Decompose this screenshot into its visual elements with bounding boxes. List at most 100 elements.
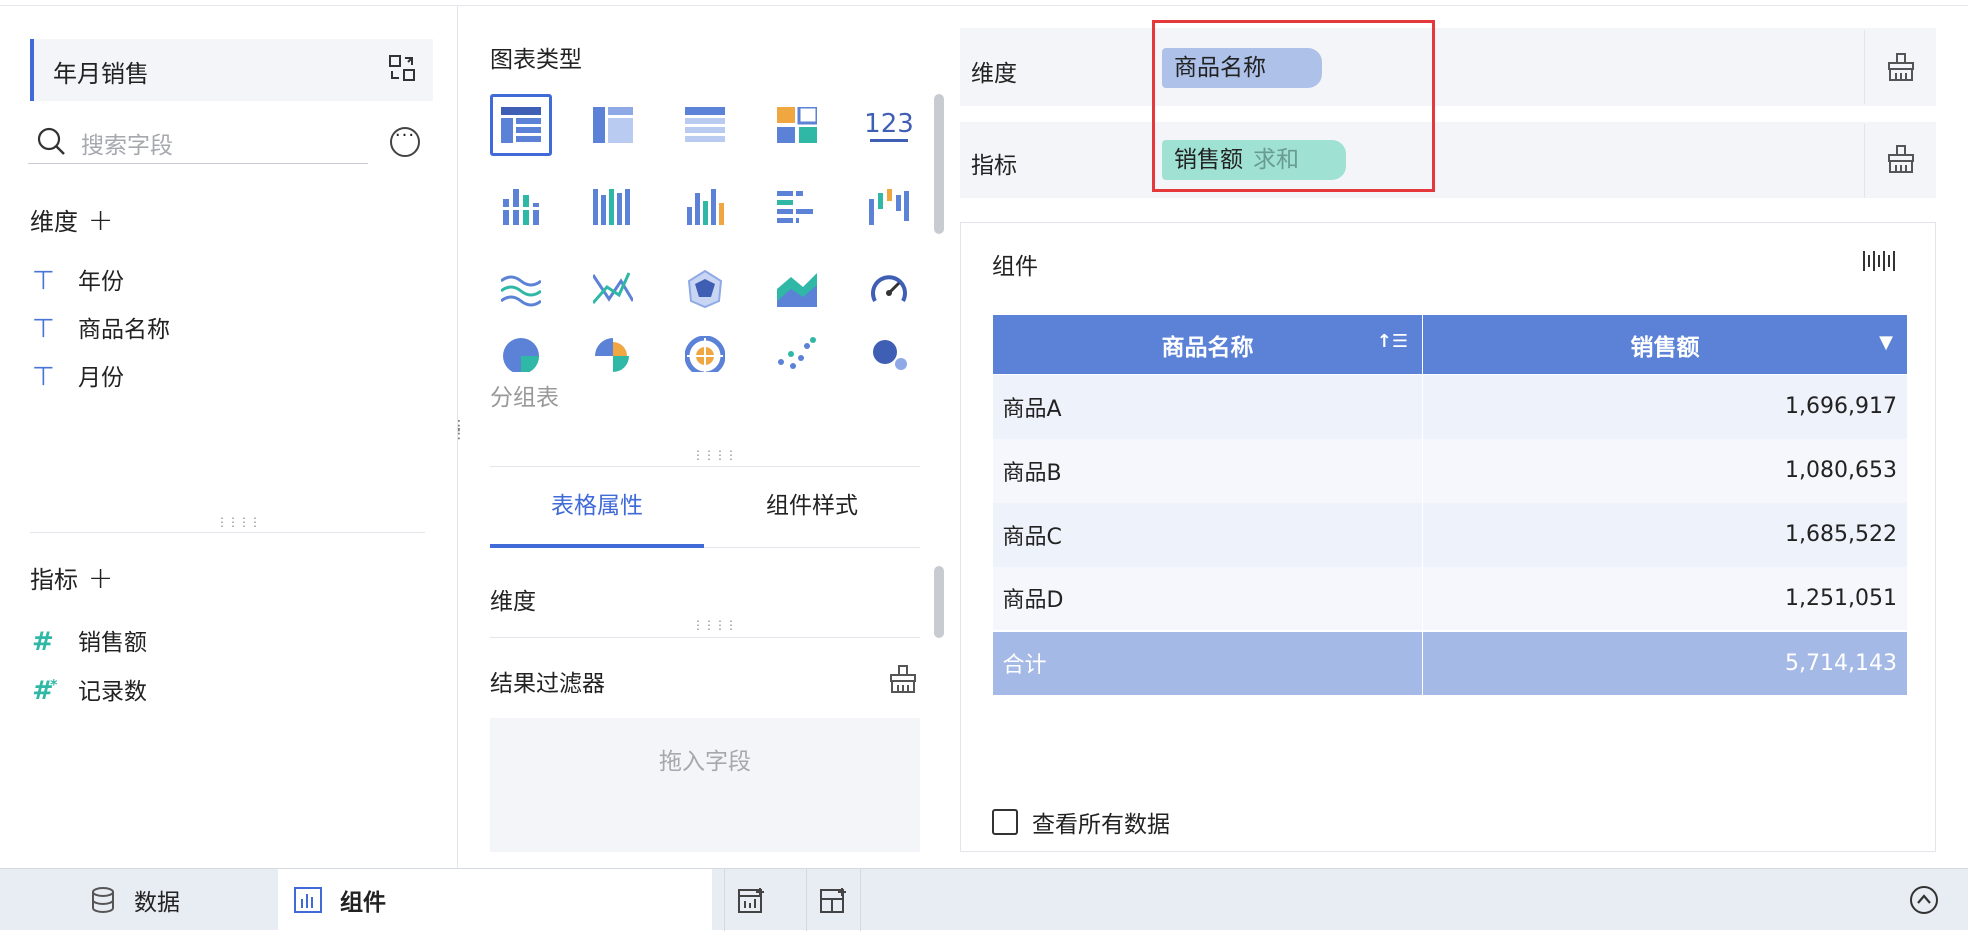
tab-data[interactable]: 数据 [90, 869, 280, 931]
resize-handle-mid[interactable]: ⋮⋮⋮⋮ [692, 448, 737, 462]
highlight-annotation-box [1152, 20, 1435, 192]
result-filter-label: 结果过滤器 [490, 671, 605, 697]
section-divider [30, 532, 425, 533]
add-dimension-button[interactable]: + [88, 203, 113, 238]
field-search[interactable]: 搜索字段 [28, 118, 368, 164]
rose-chart-icon[interactable] [582, 336, 644, 372]
horizontal-bar-chart-icon[interactable] [766, 176, 828, 238]
radar-chart-icon[interactable] [674, 258, 736, 320]
property-tabs: 表格属性 组件样式 [490, 466, 920, 548]
table-row: 商品D 1,251,051 [992, 566, 1908, 631]
tab-component-style[interactable]: 组件样式 [704, 466, 920, 548]
search-input[interactable]: 搜索字段 [81, 126, 173, 160]
dimension-title-text: 维度 [30, 208, 78, 236]
column-chart-icon[interactable] [674, 176, 736, 238]
tab-table-properties[interactable]: 表格属性 [490, 466, 704, 548]
property-scrollbar[interactable] [934, 566, 944, 638]
column-header-label: 商品名称 [1161, 334, 1254, 361]
cell-product: 商品D [992, 566, 1423, 631]
bar-chart-icon [294, 887, 322, 913]
property-dimension-label: 维度 [490, 589, 536, 615]
add-dashboard-button[interactable] [806, 869, 860, 931]
number-type-icon: # [32, 627, 54, 657]
dimension-shelf: 维度 商品名称 [960, 28, 1936, 106]
view-all-data-checkbox[interactable] [992, 809, 1018, 835]
datasource-name: 年月销售 [53, 60, 149, 88]
measure-shelf: 指标 销售额 求和 [960, 122, 1936, 198]
area-chart-icon[interactable] [766, 258, 828, 320]
grouped-bar-chart-icon[interactable] [490, 176, 552, 238]
dimension-field-year[interactable]: ⊤ 年份 [32, 262, 124, 296]
cell-sales: 1,251,051 [1422, 566, 1908, 631]
switch-datasource-icon[interactable] [387, 53, 417, 83]
table-header-row: 商品名称 ↑☰ 销售额 ▼ [992, 314, 1908, 375]
resize-handle-prop[interactable]: ⋮⋮⋮⋮ [692, 618, 737, 632]
clear-dimension-icon[interactable] [1886, 52, 1916, 82]
waterfall-chart-icon[interactable] [858, 176, 920, 238]
resize-handle[interactable]: ⋮⋮⋮⋮ [216, 515, 261, 529]
kpi-text: 123 [864, 108, 914, 139]
grouped-table-chart-icon[interactable] [490, 94, 552, 156]
field-label: 商品名称 [78, 317, 170, 343]
add-component-button[interactable] [724, 869, 778, 931]
collapse-up-icon[interactable] [1909, 885, 1939, 915]
cell-product: 商品B [992, 438, 1423, 503]
text-type-icon: ⊤ [32, 314, 55, 344]
kpi-chart-icon[interactable]: 123 [858, 94, 920, 156]
component-title: 组件 [992, 254, 1038, 280]
dimension-field-month[interactable]: ⊤ 月份 [32, 358, 124, 392]
dimension-field-product[interactable]: ⊤ 商品名称 [32, 310, 170, 344]
line-chart-icon[interactable] [490, 258, 552, 320]
column-header-product[interactable]: 商品名称 ↑☰ [992, 314, 1423, 375]
dropzone-hint: 拖入字段 [659, 749, 751, 775]
more-options-icon[interactable]: ··· [390, 127, 420, 157]
chart-type-scrollbar[interactable] [934, 94, 944, 234]
scatter-chart-icon[interactable] [766, 336, 828, 372]
measure-title-text: 指标 [30, 566, 78, 594]
add-dashboard-icon [819, 888, 846, 913]
count-type-icon: #* [32, 676, 58, 706]
cell-total-label: 合计 [992, 629, 1423, 695]
chart-type-grid: 123 [488, 94, 928, 374]
filter-dropzone[interactable]: 拖入字段 [490, 718, 920, 852]
shelf-separator [1864, 30, 1865, 104]
polyline-chart-icon[interactable] [582, 258, 644, 320]
search-icon [37, 127, 65, 155]
sort-ascending-icon[interactable]: ↑☰ [1377, 331, 1408, 352]
clear-measure-icon[interactable] [1886, 144, 1916, 174]
clear-filter-icon[interactable] [888, 664, 918, 694]
detail-table-chart-icon[interactable] [674, 94, 736, 156]
tab-component[interactable]: 组件 [278, 869, 712, 931]
column-header-sales[interactable]: 销售额 ▼ [1422, 314, 1908, 375]
cell-product: 商品A [992, 374, 1423, 439]
dimension-shelf-label: 维度 [971, 61, 1017, 87]
chart-type-title: 图表类型 [490, 47, 582, 73]
card-chart-icon[interactable] [766, 94, 828, 156]
bottom-divider [860, 869, 861, 931]
stacked-bar-chart-icon[interactable] [582, 176, 644, 238]
table-total-row: 合计 5,714,143 [992, 629, 1908, 695]
dropdown-arrow-icon[interactable]: ▼ [1879, 332, 1893, 353]
add-measure-button[interactable]: + [88, 561, 113, 596]
datasource-selector[interactable]: 年月销售 [30, 39, 433, 101]
measure-field-count[interactable]: #* 记录数 [32, 672, 147, 706]
barcode-icon[interactable] [1863, 249, 1895, 273]
data-table: 商品名称 ↑☰ 销售额 ▼ 商品A 1,696,917 商品B 1,080,65… [992, 314, 1908, 695]
measure-field-sales[interactable]: # 销售额 [32, 623, 147, 657]
field-panel: 年月销售 搜索字段 ··· 维度 + ⊤ 年份 ⊤ 商品名称 ⊤ 月份 ⋮⋮⋮⋮ 指标 +… [0, 6, 458, 868]
bubble-chart-icon[interactable] [858, 336, 920, 372]
field-label: 销售额 [78, 630, 147, 656]
cell-sales: 1,696,917 [1422, 374, 1908, 439]
text-type-icon: ⊤ [32, 266, 55, 296]
pie-chart-icon[interactable] [490, 336, 552, 372]
sunburst-chart-icon[interactable] [674, 336, 736, 372]
panel-resize-handle[interactable]: ⋮ ⋮ [452, 419, 466, 441]
field-label: 记录数 [78, 679, 147, 705]
gauge-chart-icon[interactable] [858, 258, 920, 320]
field-label: 年份 [78, 269, 124, 295]
shelf-separator [1864, 124, 1865, 198]
add-chart-icon [737, 888, 764, 913]
cross-table-chart-icon[interactable] [582, 94, 644, 156]
cell-sales: 1,685,522 [1422, 502, 1908, 567]
database-icon [92, 887, 114, 913]
